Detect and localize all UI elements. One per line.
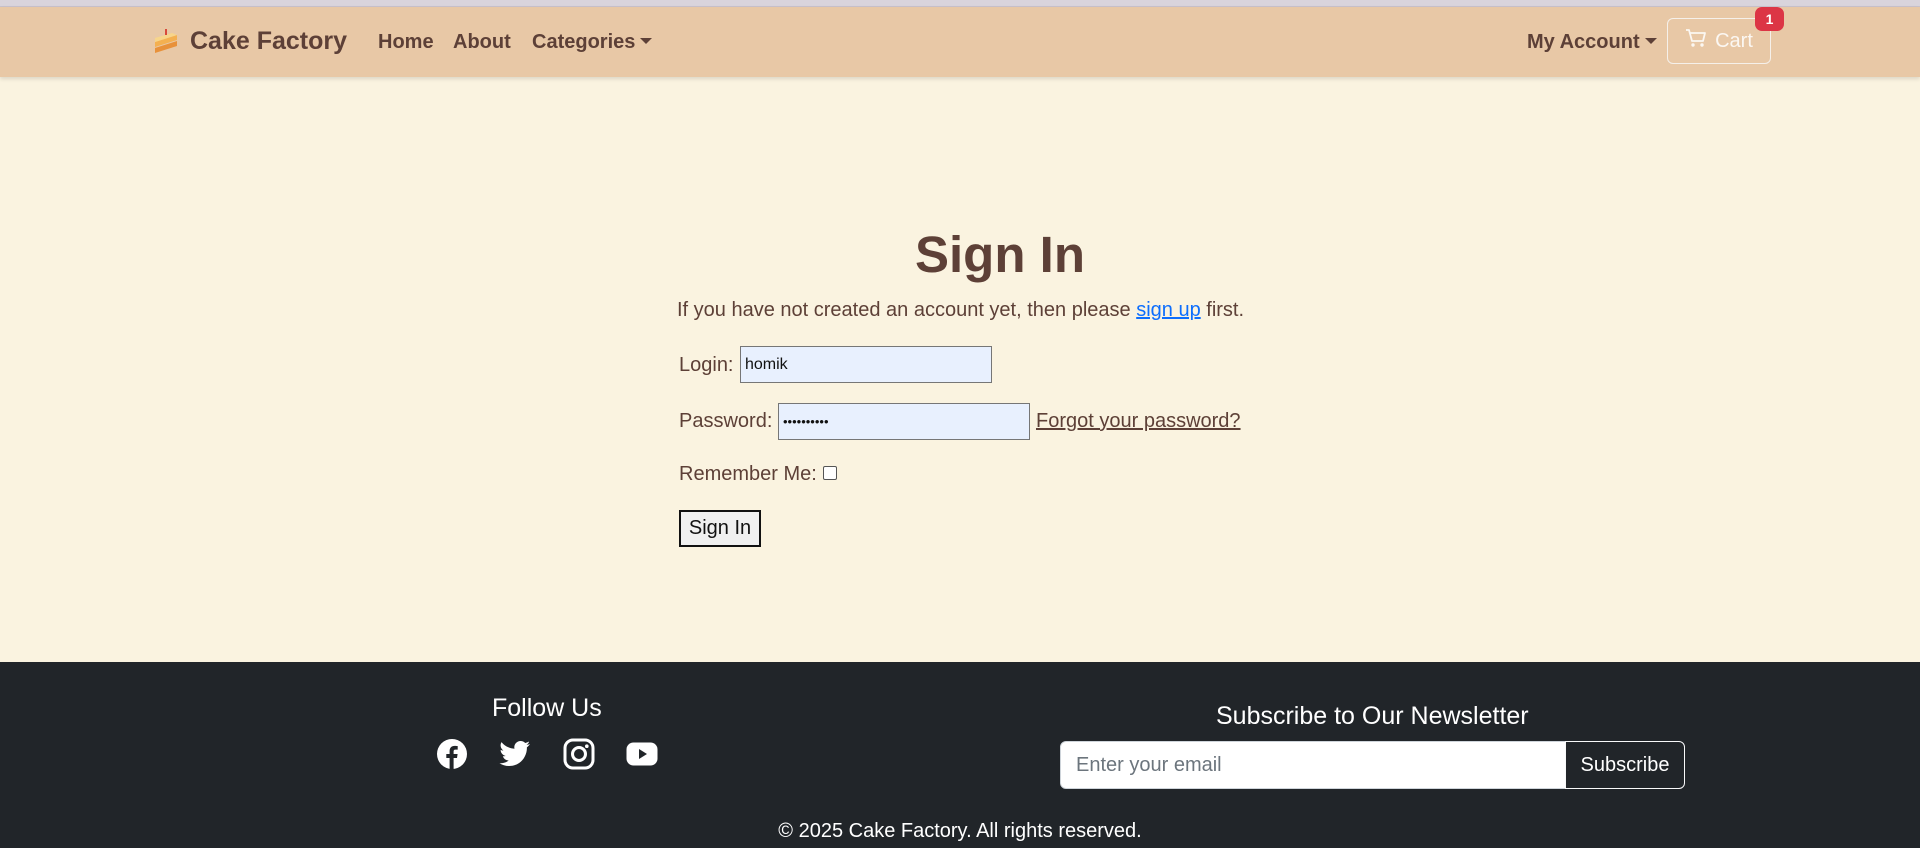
nav-categories-dropdown[interactable]: Categories <box>532 31 653 54</box>
cart-icon <box>1685 28 1707 54</box>
my-account-label: My Account <box>1527 31 1640 53</box>
facebook-icon[interactable] <box>436 738 468 770</box>
nav-home[interactable]: Home <box>378 31 434 54</box>
follow-us-heading: Follow Us <box>492 694 602 722</box>
page-title: Sign In <box>0 225 1920 284</box>
intro-text-before: If you have not created an account yet, … <box>677 299 1137 321</box>
nav-categories-label: Categories <box>532 31 636 53</box>
remember-me-label: Remember Me: <box>679 463 817 485</box>
newsletter-heading: Subscribe to Our Newsletter <box>1216 702 1529 730</box>
brand-link[interactable]: Cake Factory <box>152 27 347 56</box>
signin-intro: If you have not created an account yet, … <box>677 299 1244 322</box>
password-label: Password: <box>679 410 773 432</box>
chevron-down-icon <box>640 38 653 45</box>
cart-label: Cart <box>1715 29 1753 52</box>
remember-me-checkbox[interactable] <box>823 466 837 480</box>
login-input[interactable]: homik <box>740 346 992 383</box>
instagram-icon[interactable] <box>563 738 595 770</box>
forgot-password-link[interactable]: Forgot your password? <box>1036 410 1241 433</box>
password-input[interactable]: •••••••••• <box>778 403 1030 440</box>
footer: Follow Us Subscribe to Our Newsletter En… <box>0 662 1920 848</box>
signup-link[interactable]: sign up <box>1136 299 1201 321</box>
signin-submit-button[interactable]: Sign In <box>679 510 761 547</box>
newsletter-email-input[interactable]: Enter your email <box>1060 741 1566 789</box>
cake-slice-icon <box>152 28 180 56</box>
brand-name: Cake Factory <box>190 27 348 55</box>
login-label: Login: <box>679 354 734 376</box>
youtube-icon[interactable] <box>626 738 658 770</box>
twitter-icon[interactable] <box>499 738 531 770</box>
subscribe-button[interactable]: Subscribe <box>1565 741 1685 789</box>
chevron-down-icon <box>1644 38 1657 45</box>
browser-top-strip <box>0 0 1920 7</box>
page-title-text: Sign In <box>915 226 1085 283</box>
intro-text-after: first. <box>1200 299 1245 321</box>
my-account-dropdown[interactable]: My Account <box>1527 31 1657 54</box>
cart-count-badge: 1 <box>1755 7 1784 31</box>
copyright-text: © 2025 Cake Factory. All rights reserved… <box>778 820 1142 842</box>
nav-about[interactable]: About <box>453 31 511 54</box>
navbar: Cake Factory Home About Categories My Ac… <box>0 7 1920 77</box>
